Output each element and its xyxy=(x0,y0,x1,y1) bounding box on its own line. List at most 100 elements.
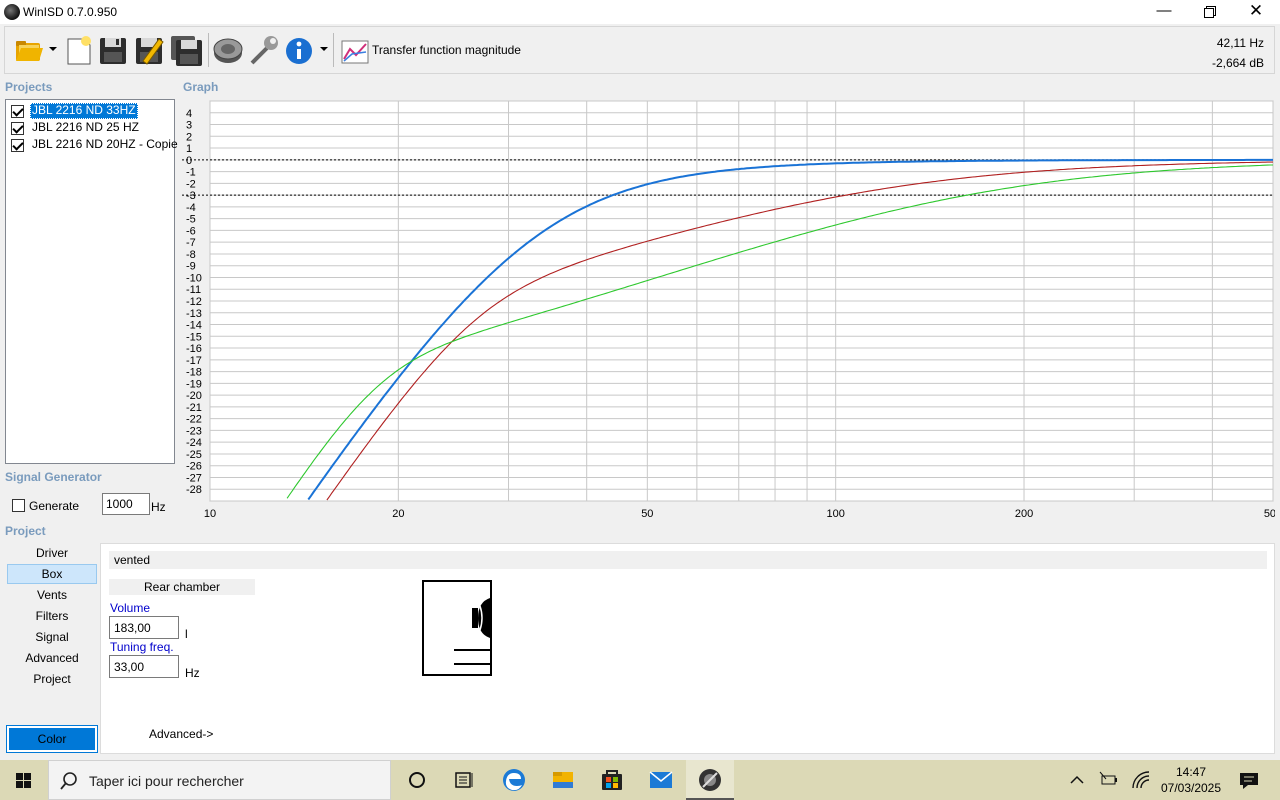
x-tick-label: 200 xyxy=(1015,508,1033,520)
project-checkbox[interactable] xyxy=(11,122,24,135)
info-dropdown-arrow[interactable] xyxy=(320,47,328,51)
maximize-button[interactable] xyxy=(1187,0,1233,24)
volume-input[interactable] xyxy=(109,616,179,639)
driver-button[interactable] xyxy=(212,33,244,67)
winisd-app-icon xyxy=(4,4,20,20)
project-item[interactable]: JBL 2216 ND 33HZ xyxy=(9,103,174,119)
search-icon xyxy=(60,772,77,790)
y-tick-label: 3 xyxy=(186,120,192,132)
x-tick-label: 10 xyxy=(204,508,216,520)
open-button[interactable] xyxy=(13,33,45,67)
project-checkbox[interactable] xyxy=(11,105,24,118)
x-tick-label: 50 xyxy=(641,508,653,520)
y-tick-label: -13 xyxy=(186,308,202,320)
new-project-button[interactable] xyxy=(62,33,94,67)
toolbar-separator xyxy=(208,33,209,67)
y-tick-label: -28 xyxy=(186,484,202,496)
graph-type-label[interactable]: Transfer function magnitude xyxy=(372,43,521,57)
tuning-freq-unit: Hz xyxy=(185,666,200,680)
box-type-label[interactable]: vented xyxy=(109,551,1267,569)
project-item[interactable]: JBL 2216 ND 20HZ - Copie xyxy=(9,137,178,153)
signal-generator-title: Signal Generator xyxy=(5,470,102,484)
nav-signal[interactable]: Signal xyxy=(7,627,97,647)
start-button[interactable] xyxy=(0,760,48,800)
nav-filters[interactable]: Filters xyxy=(7,606,97,626)
y-tick-label: -10 xyxy=(186,272,202,284)
nav-driver[interactable]: Driver xyxy=(7,543,97,563)
tuning-freq-label: Tuning freq. xyxy=(110,640,174,654)
tuning-freq-input[interactable] xyxy=(109,655,179,678)
open-dropdown-arrow[interactable] xyxy=(49,47,57,51)
save-all-button[interactable] xyxy=(169,33,202,67)
y-tick-label: -20 xyxy=(186,390,202,402)
save-button[interactable] xyxy=(97,33,129,67)
mail-button[interactable] xyxy=(637,760,685,800)
tray-expand-icon[interactable] xyxy=(1067,770,1087,790)
project-checkbox[interactable] xyxy=(11,139,24,152)
task-view-button[interactable] xyxy=(393,760,441,800)
windows-icon xyxy=(16,773,31,788)
close-button[interactable]: ✕ xyxy=(1233,0,1279,24)
open-folder-icon xyxy=(16,41,43,61)
store-button[interactable] xyxy=(588,760,636,800)
advanced-link[interactable]: Advanced-> xyxy=(149,727,213,741)
project-section-title: Project xyxy=(5,524,46,538)
tools-button[interactable] xyxy=(248,33,280,67)
search-placeholder: Taper ici pour rechercher xyxy=(89,773,244,789)
generate-checkbox[interactable] xyxy=(12,499,25,512)
project-label[interactable]: JBL 2216 ND 20HZ - Copie xyxy=(30,137,180,153)
taskbar-search[interactable]: Taper ici pour rechercher xyxy=(48,760,391,800)
y-tick-label: -3 xyxy=(186,190,196,202)
nav-box[interactable]: Box xyxy=(7,564,97,584)
y-tick-label: -27 xyxy=(186,472,202,484)
wifi-icon[interactable] xyxy=(1131,770,1151,790)
y-tick-label: -1 xyxy=(186,167,196,179)
y-tick-label: -11 xyxy=(186,284,201,296)
graph-type-button[interactable] xyxy=(339,33,371,67)
rear-chamber-header: Rear chamber xyxy=(109,579,255,595)
nav-project[interactable]: Project xyxy=(7,669,97,689)
y-tick-label: -4 xyxy=(186,202,196,214)
response-graph[interactable]: 43210-1-2-3-4-5-6-7-8-9-10-11-12-13-14-1… xyxy=(182,99,1275,523)
x-tick-label: 20 xyxy=(392,508,404,520)
toolbar: Transfer function magnitude 42,11 Hz -2,… xyxy=(4,26,1275,74)
edge-icon xyxy=(503,769,525,791)
generator-unit: Hz xyxy=(151,500,166,514)
window-title: WinISD 0.7.0.950 xyxy=(23,5,118,19)
notification-icon[interactable] xyxy=(1238,770,1258,790)
y-tick-label: -14 xyxy=(186,320,202,332)
widgets-icon xyxy=(455,772,473,788)
y-tick-label: -19 xyxy=(186,378,202,390)
info-button[interactable] xyxy=(284,33,316,67)
winisd-taskbar-button[interactable] xyxy=(686,760,734,800)
edge-button[interactable] xyxy=(490,760,538,800)
box-panel: vented Rear chamber Volume l Tuning freq… xyxy=(100,543,1275,754)
y-tick-label: -6 xyxy=(186,225,196,237)
task-view-icon xyxy=(409,772,425,788)
projects-title: Projects xyxy=(5,80,53,94)
taskbar: Taper ici pour rechercher 14:47 07/03/20… xyxy=(0,760,1280,800)
app-window: WinISD 0.7.0.950 — ✕ Transfer function m… xyxy=(0,0,1280,800)
color-button[interactable]: Color xyxy=(6,725,98,753)
project-label[interactable]: JBL 2216 ND 33HZ xyxy=(30,103,138,119)
widgets-button[interactable] xyxy=(441,760,489,800)
project-label[interactable]: JBL 2216 ND 25 HZ xyxy=(30,120,141,136)
graph-panel[interactable]: 4 3 2 1 0 -1 -2 -3 -4 -5 -6 -7 -8 -9 -10 -11 -12 -13 -14 -1… xyxy=(182,99,1275,523)
project-item[interactable]: JBL 2216 ND 25 HZ xyxy=(9,120,174,136)
y-tick-label: -12 xyxy=(186,296,202,308)
y-tick-label: -22 xyxy=(186,414,202,426)
y-tick-label: -26 xyxy=(186,461,202,473)
winisd-icon xyxy=(699,769,721,791)
clock-date: 07/03/2025 xyxy=(1160,781,1222,795)
taskbar-clock[interactable]: 14:47 07/03/2025 xyxy=(1155,764,1227,796)
nav-vents[interactable]: Vents xyxy=(7,585,97,605)
generator-frequency-input[interactable] xyxy=(102,493,150,515)
minimize-button[interactable]: — xyxy=(1141,0,1187,24)
projects-list[interactable]: JBL 2216 ND 33HZ JBL 2216 ND 25 HZ JBL 2… xyxy=(5,99,178,464)
nav-advanced[interactable]: Advanced xyxy=(7,648,97,668)
save-as-button[interactable] xyxy=(133,33,165,67)
battery-icon[interactable] xyxy=(1099,770,1119,790)
mail-icon xyxy=(649,771,673,788)
new-project-icon xyxy=(67,36,91,65)
file-explorer-button[interactable] xyxy=(539,760,587,800)
